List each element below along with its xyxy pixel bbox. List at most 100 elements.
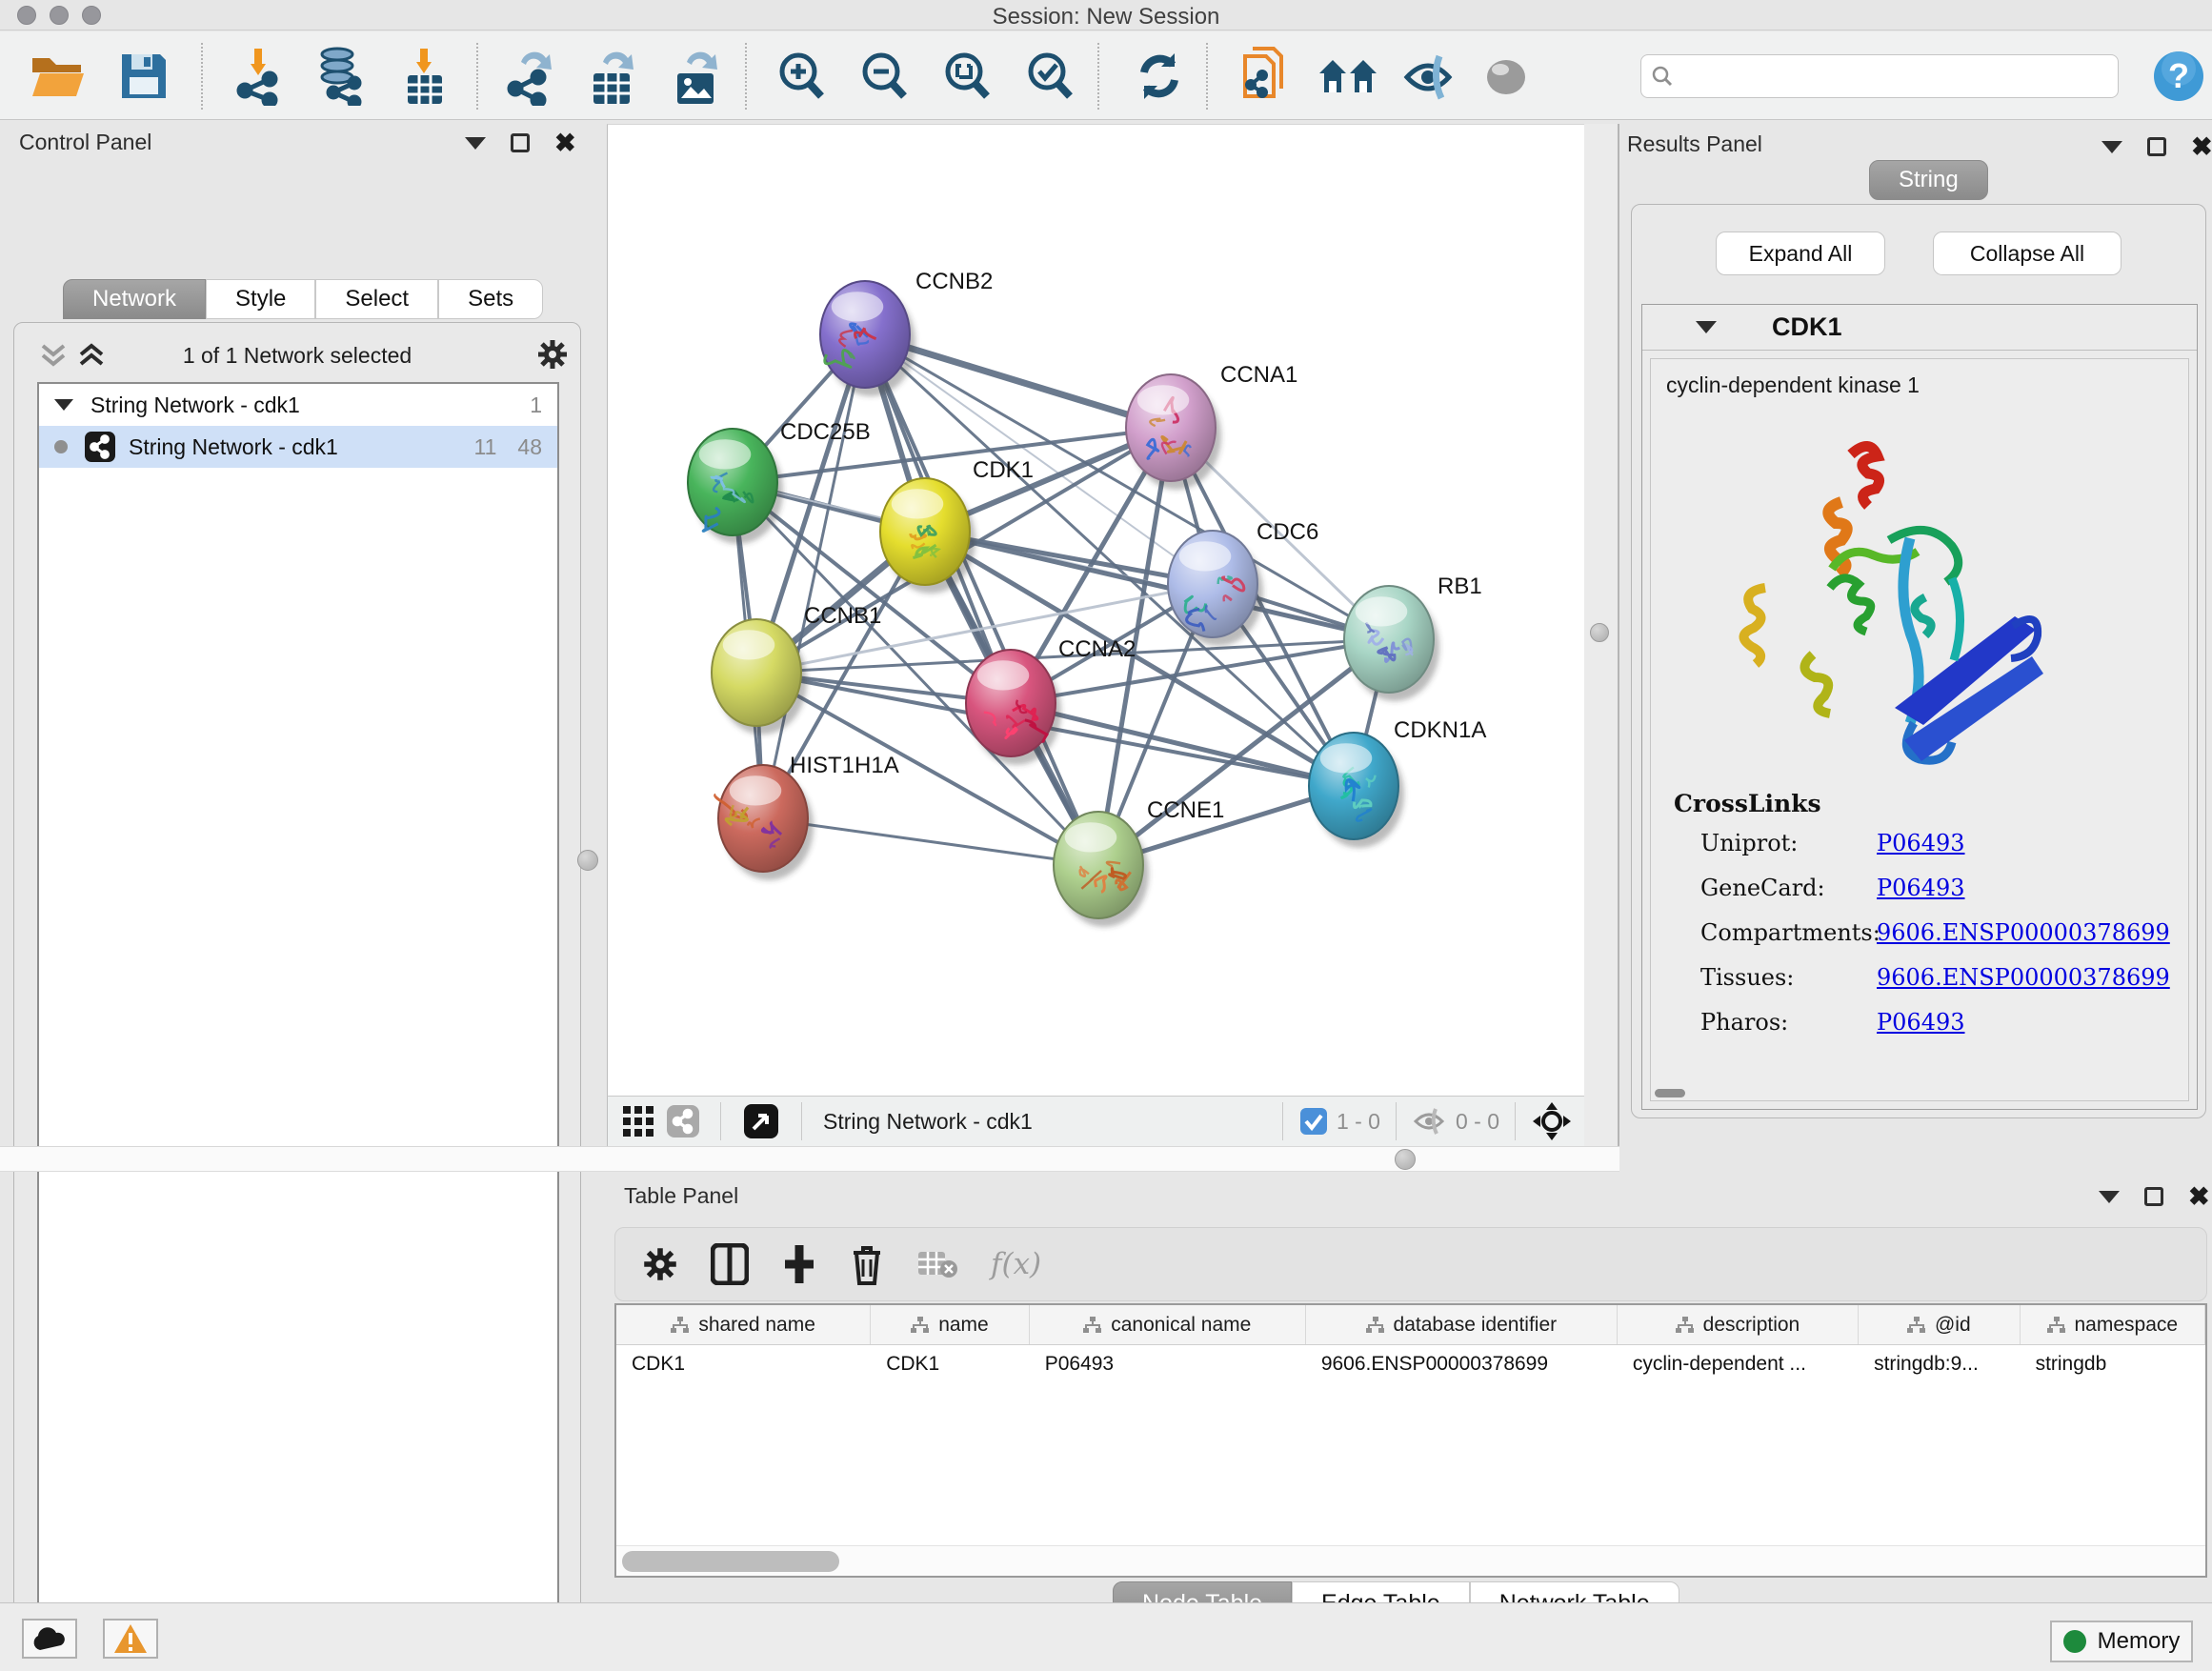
column-header-name[interactable]: name [871,1305,1030,1344]
column-header-namespace[interactable]: namespace [2021,1305,2205,1344]
node-CDKN1A[interactable]: CDKN1A [1309,717,1486,848]
crosslink-link[interactable]: P06493 [1877,875,1965,901]
column-header-canonical-name[interactable]: canonical name [1030,1305,1306,1344]
zoom-in-button[interactable] [764,45,838,108]
cell-database-identifier[interactable]: 9606.ENSP00000378699 [1306,1345,1618,1383]
fit-crosshair-icon[interactable] [1533,1102,1571,1140]
column-settings-icon[interactable] [711,1243,749,1285]
node-HIST1H1A[interactable]: HIST1H1A [715,753,899,880]
column-header-database-identifier[interactable]: database identifier [1306,1305,1618,1344]
network-row[interactable]: String Network - cdk1 11 48 [39,426,557,468]
cell-canonical-name[interactable]: P06493 [1030,1345,1306,1383]
tree-expand-icon[interactable] [54,399,73,411]
import-table-file-button[interactable] [387,45,461,108]
search-input[interactable] [1681,64,2091,89]
column-header-shared-name[interactable]: shared name [616,1305,871,1344]
network-canvas[interactable]: CCNB2CCNA1CDC25BCDK1CDC6RB1CCNB1CCNA2CDK… [607,124,1584,1096]
table-hscrollbar[interactable] [616,1545,2205,1576]
add-column-icon[interactable] [781,1243,817,1285]
collapse-all-button[interactable]: Collapse All [1933,232,2122,275]
save-session-button[interactable] [107,45,181,108]
node-CDC25B[interactable]: CDC25B [688,419,871,544]
column-header-description[interactable]: description [1618,1305,1859,1344]
results-splitter[interactable] [1584,124,1619,1146]
import-network-database-button[interactable] [303,45,377,108]
memory-button[interactable]: Memory [2050,1621,2193,1662]
tab-string[interactable]: String [1869,160,1988,200]
panel-close-icon[interactable]: ✖ [554,133,576,152]
table-hscrollbar-thumb[interactable] [622,1551,839,1572]
cloud-status-button[interactable] [22,1619,77,1659]
node-CCNB2[interactable]: CCNB2 [820,269,993,396]
panel-float-icon[interactable] [511,133,530,152]
card-scrollbar-thumb[interactable] [1655,1089,1685,1097]
search-box[interactable] [1640,54,2119,98]
export-image-button[interactable] [659,45,734,108]
crosslink-link[interactable]: P06493 [1877,830,1965,856]
tab-network[interactable]: Network [63,279,206,319]
first-neighbors-button[interactable] [1311,45,1385,108]
expand-all-icon[interactable] [77,342,106,369]
detach-view-icon[interactable] [744,1104,778,1138]
column-type-icon [911,1317,930,1334]
zoom-fit-icon [939,49,995,104]
cell-description[interactable]: cyclin-dependent ... [1618,1345,1859,1383]
panel-menu-icon[interactable] [465,137,486,150]
node-CCNE1[interactable]: CCNE1 [1054,797,1224,927]
node-CCNA1[interactable]: CCNA1 [1126,362,1297,490]
cell-namespace[interactable]: stringdb [2021,1345,2205,1383]
left-splitter-handle[interactable] [577,850,598,871]
birds-eye-icon[interactable] [667,1105,699,1137]
horizontal-splitter-handle[interactable] [1395,1149,1416,1170]
tab-select[interactable]: Select [315,279,438,319]
zoom-out-button[interactable] [847,45,921,108]
network-collection-row[interactable]: String Network - cdk1 1 [39,384,557,426]
cell--id[interactable]: stringdb:9... [1859,1345,2021,1383]
gene-description: cyclin-dependent kinase 1 [1666,372,2188,398]
show-all-button[interactable] [1469,45,1543,108]
collapse-all-icon[interactable] [39,342,68,369]
hide-selected-button[interactable] [1393,45,1467,108]
delete-column-icon[interactable] [850,1243,884,1285]
cell-shared-name[interactable]: CDK1 [616,1345,871,1383]
gene-card-header[interactable]: CDK1 [1642,305,2197,351]
export-table-button[interactable] [575,45,650,108]
expand-all-button[interactable]: Expand All [1716,232,1885,275]
tab-style[interactable]: Style [206,279,315,319]
export-network-button[interactable] [493,45,568,108]
column-header--id[interactable]: @id [1859,1305,2021,1344]
gear-icon[interactable] [536,338,569,371]
open-session-button[interactable] [21,45,95,108]
table-gear-icon[interactable] [642,1246,678,1282]
gene-collapse-icon[interactable] [1696,321,1717,333]
panel-close-icon[interactable]: ✖ [2188,1187,2210,1206]
panel-menu-icon[interactable] [2099,1191,2120,1203]
warnings-button[interactable] [103,1619,158,1659]
import-network-file-button[interactable] [221,45,295,108]
node-RB1[interactable]: RB1 [1344,574,1482,701]
panel-float-icon[interactable] [2144,1187,2163,1206]
new-network-from-selection-button[interactable] [1229,45,1303,108]
edge-CDK1-RB1[interactable] [925,532,1389,639]
crosslink-link[interactable]: P06493 [1877,1009,1965,1036]
crosslink-link[interactable]: 9606.ENSP00000378699 [1877,919,2170,946]
selected-checkbox-icon[interactable] [1300,1108,1327,1135]
right-splitter-handle[interactable] [1590,623,1609,642]
node-CDK1[interactable]: CDK1 [880,457,1034,594]
zoom-selected-button[interactable] [1013,45,1087,108]
zoom-fit-button[interactable] [930,45,1004,108]
help-button[interactable]: ? [2145,45,2212,108]
panel-close-icon[interactable]: ✖ [2191,137,2212,156]
node-CDC6[interactable]: CDC6 [1168,519,1318,646]
tab-sets[interactable]: Sets [438,279,543,319]
refresh-button[interactable] [1122,45,1196,108]
node-CCNB1[interactable]: CCNB1 [712,603,881,735]
panel-float-icon[interactable] [2147,137,2166,156]
crosslink-link[interactable]: 9606.ENSP00000378699 [1877,964,2170,991]
panel-menu-icon[interactable] [2101,141,2122,153]
memory-status-dot [2063,1630,2086,1653]
table-row[interactable]: CDK1CDK1P064939606.ENSP00000378699cyclin… [616,1345,2205,1383]
edge-CCNB2-CCNE1[interactable] [865,334,1098,865]
grid-icon[interactable] [623,1106,654,1137]
cell-name[interactable]: CDK1 [871,1345,1030,1383]
